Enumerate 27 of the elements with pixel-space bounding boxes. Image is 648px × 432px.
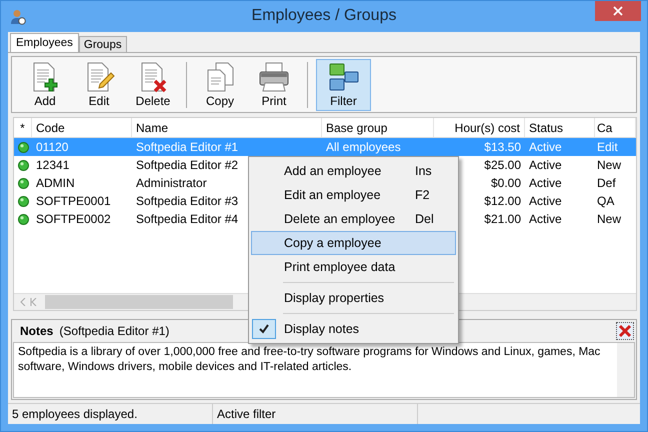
- table-cell: Active: [529, 176, 562, 190]
- table-cell: Softpedia Editor #2: [136, 158, 238, 172]
- table-cell: $12.00: [484, 194, 521, 208]
- table-cell: Active: [529, 194, 562, 208]
- table-cell: $21.00: [484, 212, 521, 226]
- table-cell: Active: [529, 212, 562, 226]
- table-cell: All employees: [326, 140, 401, 154]
- table-cell: $25.00: [484, 158, 521, 172]
- table-cell: Administrator: [136, 176, 207, 190]
- table-cell: Softpedia Editor #3: [136, 194, 238, 208]
- table-cell: Active: [529, 140, 562, 154]
- notes-title: Notes: [20, 324, 54, 338]
- window-title: Employees / Groups: [250, 7, 398, 25]
- table-cell: Active: [529, 158, 562, 172]
- table-cell: $13.50: [484, 140, 521, 154]
- status-text: 5 employees displayed.: [8, 404, 213, 424]
- table-cell: $0.00: [490, 176, 521, 190]
- status-text: Active filter: [213, 404, 418, 424]
- table-cell: New: [597, 158, 622, 172]
- table-cell: QA: [597, 194, 614, 208]
- table-cell: Softpedia Editor #1: [136, 140, 238, 154]
- table-cell: Edit: [597, 140, 618, 154]
- table-cell: Softpedia Editor #4: [136, 212, 238, 226]
- table-cell: Def: [597, 176, 616, 190]
- notes-text: Softpedia is a library of over 1,000,000 free and free-to-try software programs for Windows and Linux, games, Mac software, Windows drivers, mobile devices and IT-related articles.: [18, 345, 602, 376]
- table-cell: New: [597, 212, 622, 226]
- notes-subtitle: (Softpedia Editor #1): [59, 324, 170, 338]
